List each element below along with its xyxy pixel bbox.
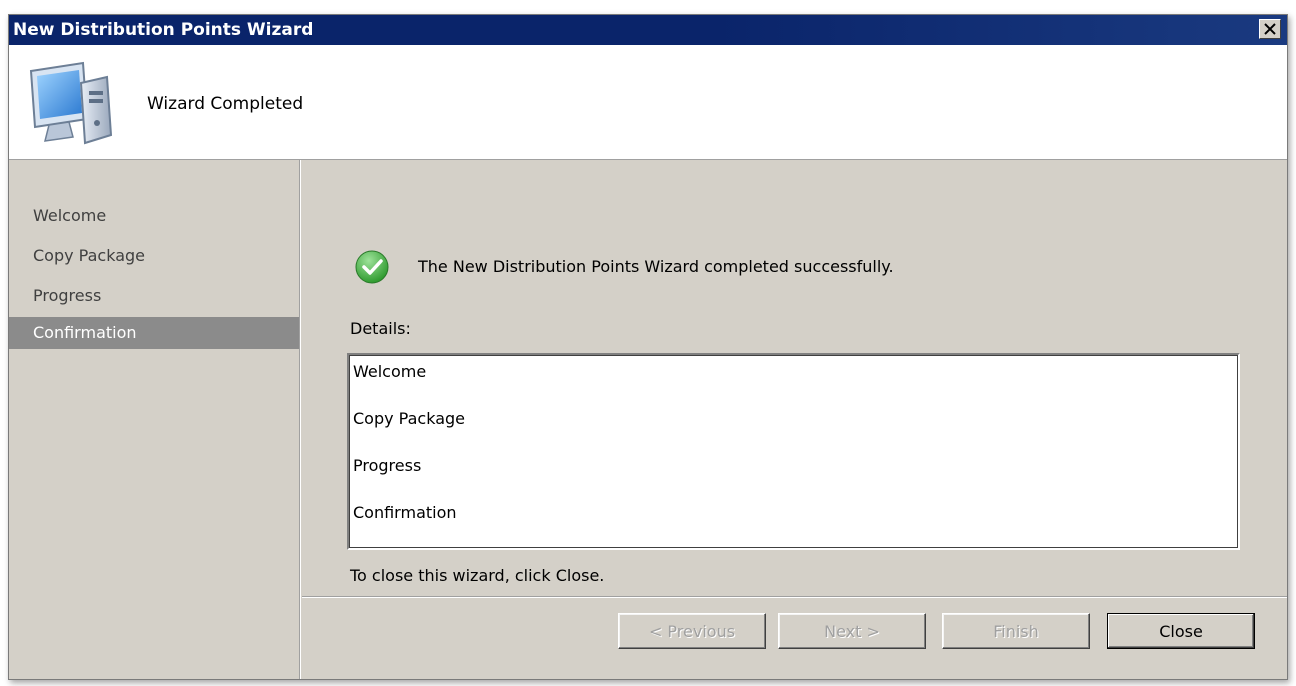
close-window-button[interactable] <box>1259 19 1281 39</box>
title-bar[interactable]: New Distribution Points Wizard <box>9 15 1287 45</box>
nav-item-confirmation[interactable]: Confirmation <box>9 317 299 349</box>
wizard-window: New Distribution Points Wizard Wizard Co… <box>8 14 1288 680</box>
nav-item-welcome[interactable]: Welcome <box>9 200 299 232</box>
close-button[interactable]: Close <box>1107 613 1255 649</box>
page-title: Wizard Completed <box>147 94 304 114</box>
wizard-content: The New Distribution Points Wizard compl… <box>302 160 1287 679</box>
details-line: Welcome <box>353 362 427 381</box>
wizard-header: Wizard Completed <box>9 45 1287 160</box>
window-title: New Distribution Points Wizard <box>13 20 314 40</box>
status-message: The New Distribution Points Wizard compl… <box>418 257 894 276</box>
nav-item-copy-package[interactable]: Copy Package <box>9 240 299 272</box>
details-line: Confirmation <box>353 503 457 522</box>
finish-button[interactable]: Finish <box>942 613 1090 649</box>
previous-button[interactable]: < Previous <box>618 613 766 649</box>
details-label: Details: <box>350 319 411 338</box>
details-line: Progress <box>353 456 422 475</box>
wizard-nav: Welcome Copy Package Progress Confirmati… <box>9 160 301 679</box>
close-hint: To close this wizard, click Close. <box>350 566 605 585</box>
nav-item-progress[interactable]: Progress <box>9 280 299 312</box>
details-textbox[interactable]: Welcome Copy Package Progress Confirmati… <box>347 353 1240 550</box>
separator-highlight <box>302 597 1287 598</box>
next-button[interactable]: Next > <box>778 613 926 649</box>
details-line: Copy Package <box>353 409 465 428</box>
computer-icon <box>29 61 113 145</box>
success-check-icon <box>355 250 389 284</box>
close-icon <box>1264 23 1276 35</box>
nav-divider <box>299 160 300 679</box>
